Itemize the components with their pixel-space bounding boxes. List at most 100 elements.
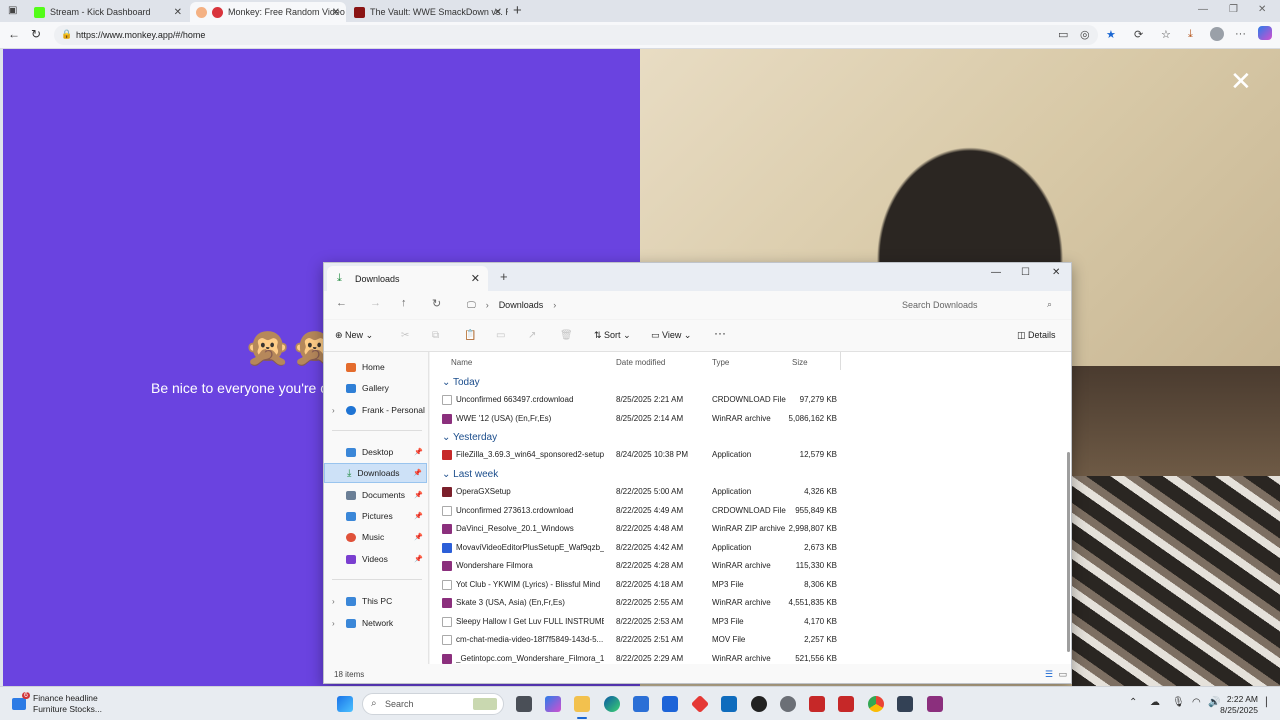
cloud-tray-icon[interactable]: ☁ — [1150, 697, 1160, 708]
file-explorer-icon[interactable] — [574, 696, 590, 712]
search-input[interactable]: Search Downloads ⌕ — [890, 295, 1064, 315]
dropbox-icon[interactable] — [662, 696, 678, 712]
details-button[interactable]: ◫ Details — [1017, 330, 1056, 341]
maximize-icon[interactable]: ☐ — [1021, 267, 1030, 278]
copy-icon[interactable]: ⧉ — [432, 330, 439, 341]
tab-actions-icon[interactable]: ▣ — [8, 5, 17, 16]
column-header-type[interactable]: Type — [712, 358, 729, 367]
file-row[interactable]: Yot Club - YKWIM (Lyrics) - Blissful Min… — [430, 576, 950, 594]
favorites-icon[interactable]: ☆ — [1161, 28, 1171, 41]
tab-close-icon[interactable]: ✕ — [494, 7, 502, 18]
up-icon[interactable]: ↑ — [401, 297, 407, 309]
clock[interactable]: 2:22 AM 8/25/2025 — [1220, 694, 1258, 716]
tab-close-icon[interactable]: ✕ — [332, 7, 340, 18]
sidebar-item-home[interactable]: Home — [324, 357, 427, 377]
file-row[interactable]: WWE '12 (USA) (En,Fr,Es) 8/25/2025 2:14 A… — [430, 410, 950, 428]
app-red-diamond-icon[interactable] — [690, 694, 710, 714]
column-header-size[interactable]: Size — [792, 358, 808, 367]
tab-vault[interactable]: The Vault: WWE SmackDown vs. R ✕ — [348, 2, 508, 22]
reader-icon[interactable]: ◎ — [1080, 28, 1090, 41]
filezilla-icon[interactable] — [809, 696, 825, 712]
task-view-icon[interactable] — [516, 696, 532, 712]
camera-icon[interactable]: ▭ — [1058, 28, 1068, 41]
settings-gear-icon[interactable] — [780, 696, 796, 712]
forward-icon[interactable]: → — [370, 297, 381, 309]
close-window-icon[interactable]: ✕ — [1052, 267, 1060, 278]
chevron-right-icon[interactable]: › — [332, 597, 335, 606]
minimize-icon[interactable]: — — [1198, 4, 1208, 15]
scrollbar[interactable] — [1067, 452, 1070, 652]
app-utility-icon[interactable] — [897, 696, 913, 712]
copilot-icon[interactable] — [545, 696, 561, 712]
file-row[interactable]: MovaviVideoEditorPlusSetupE_Waf9qzb_ 8/22… — [430, 539, 950, 557]
file-row[interactable]: Sleepy Hallow I Get Luv FULL INSTRUME...… — [430, 613, 950, 631]
chevron-up-icon[interactable]: ⌃ — [1129, 697, 1137, 708]
site-info-icon[interactable]: 🔒 — [61, 29, 72, 40]
downloads-icon[interactable]: ⤓ — [1188, 28, 1193, 41]
group-header-today[interactable]: ⌄ Today — [442, 377, 480, 388]
tab-close-icon[interactable]: ✕ — [471, 272, 480, 285]
delete-icon[interactable]: 🗑 — [560, 330, 573, 341]
details-view-icon[interactable]: ☰ — [1045, 669, 1053, 680]
new-button[interactable]: ⊕ New ⌄ — [335, 330, 373, 341]
paste-icon[interactable]: 📋 — [464, 330, 476, 341]
refresh-icon[interactable]: ↻ — [432, 297, 441, 310]
restore-icon[interactable]: ❐ — [1229, 4, 1238, 15]
favorite-star-icon[interactable]: ★ — [1106, 28, 1116, 41]
sort-button[interactable]: ⇅ Sort ⌄ — [594, 330, 631, 341]
file-row[interactable]: OperaGXSetup 8/22/2025 5:00 AM Application… — [430, 483, 950, 501]
edge-icon[interactable] — [604, 696, 620, 712]
sidebar-item-network[interactable]: › Network — [324, 613, 427, 633]
chevron-right-icon[interactable]: › — [332, 406, 335, 415]
back-icon[interactable]: ← — [8, 27, 20, 41]
outlook-icon[interactable] — [721, 696, 737, 712]
sidebar-item-downloads[interactable]: ⤓ Downloads 📌 — [324, 463, 427, 483]
group-header-last-week[interactable]: ⌄ Last week — [442, 469, 498, 480]
view-button[interactable]: ▭ View ⌄ — [651, 330, 691, 341]
volume-icon[interactable]: 🔊 — [1208, 697, 1220, 708]
start-icon[interactable] — [337, 696, 353, 712]
extensions-icon[interactable]: ⟳ — [1134, 28, 1143, 41]
filezilla-2-icon[interactable] — [838, 696, 854, 712]
sidebar-item-music[interactable]: Music 📌 — [324, 527, 427, 547]
store-icon[interactable] — [633, 696, 649, 712]
microphone-icon[interactable]: 🎙 — [1172, 697, 1185, 708]
more-options-button[interactable]: ··· — [714, 326, 726, 340]
url-field[interactable]: 🔒 https://www.monkey.app/#/home — [54, 25, 1098, 45]
file-row[interactable]: Unconfirmed 663497.crdownload 8/25/2025 2… — [430, 391, 950, 409]
sidebar-item-onedrive[interactable]: › Frank - Personal — [324, 400, 427, 420]
obs-icon[interactable] — [751, 696, 767, 712]
sidebar-item-desktop[interactable]: Desktop 📌 — [324, 442, 427, 462]
file-row[interactable]: Skate 3 (USA, Asia) (En,Fr,Es) 8/22/2025 … — [430, 594, 950, 612]
cut-icon[interactable]: ✂ — [401, 330, 409, 341]
file-row[interactable]: Unconfirmed 273613.crdownload 8/22/2025 4… — [430, 502, 950, 520]
sidebar-item-documents[interactable]: Documents 📌 — [324, 485, 427, 505]
more-options-icon[interactable]: ··· — [1235, 28, 1246, 40]
tiles-view-icon[interactable]: ▭ — [1058, 669, 1067, 680]
breadcrumb[interactable]: 🖵 › Downloads › — [461, 295, 881, 315]
minimize-icon[interactable]: — — [991, 267, 1001, 278]
file-row[interactable]: DaVinci_Resolve_20.1_Windows 8/22/2025 4:… — [430, 520, 950, 538]
rename-icon[interactable]: ▭ — [496, 330, 505, 341]
column-header-name[interactable]: Name — [451, 358, 472, 367]
file-row[interactable]: cm-chat-media-video-18f7f5849-143d-5... 8… — [430, 631, 950, 649]
wifi-icon[interactable]: ◠ — [1192, 697, 1201, 708]
copilot-icon[interactable] — [1258, 26, 1272, 40]
tab-monkey[interactable]: Monkey: Free Random Video ✕ — [190, 2, 346, 22]
close-video-button[interactable]: ✕ — [1230, 66, 1252, 97]
profile-avatar[interactable] — [1210, 27, 1224, 41]
share-icon[interactable]: ↗ — [528, 330, 536, 341]
taskbar-search-input[interactable]: ⌕ Search — [362, 693, 504, 715]
refresh-icon[interactable]: ↻ — [31, 27, 41, 41]
explorer-tab-downloads[interactable]: ⤓ Downloads ✕ — [327, 266, 488, 291]
file-row[interactable]: FileZilla_3.69.3_win64_sponsored2-setup 8… — [430, 446, 950, 464]
group-header-yesterday[interactable]: ⌄ Yesterday — [442, 432, 497, 443]
news-widget[interactable]: 6 Finance headline Furniture Stocks... — [10, 692, 130, 716]
chrome-icon[interactable] — [868, 696, 884, 712]
column-header-date[interactable]: Date modified — [616, 358, 665, 367]
breadcrumb-downloads[interactable]: Downloads — [499, 300, 544, 310]
sidebar-item-gallery[interactable]: Gallery — [324, 378, 427, 398]
new-tab-icon[interactable]: + — [513, 2, 522, 19]
notification-icon[interactable]: ▏ — [1266, 697, 1273, 708]
sidebar-item-this-pc[interactable]: › This PC — [324, 591, 427, 611]
